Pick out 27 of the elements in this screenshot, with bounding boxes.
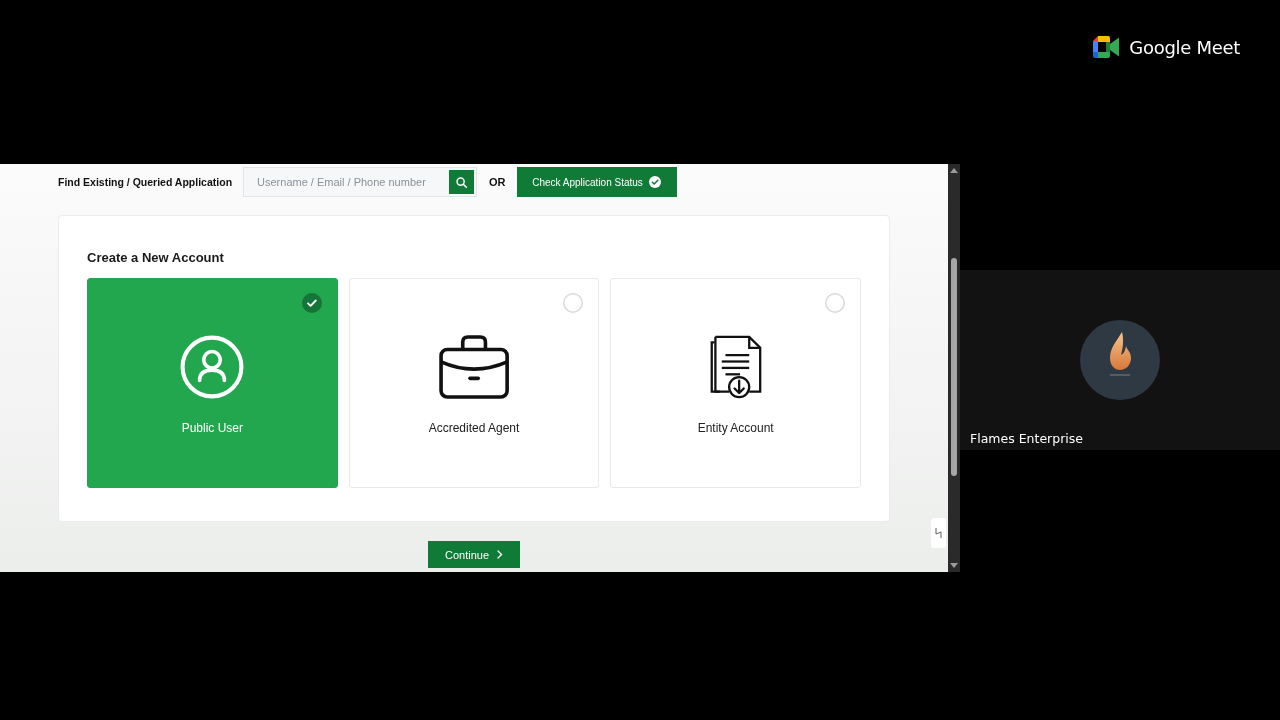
check-circle-icon	[648, 176, 661, 188]
account-type-card[interactable]: Public User	[87, 278, 338, 488]
document-download-icon	[709, 335, 763, 399]
scrollbar-thumb[interactable]	[951, 258, 957, 476]
search-button[interactable]	[449, 170, 475, 194]
flame-avatar-icon	[1080, 320, 1160, 400]
chevron-right-icon	[497, 550, 503, 559]
scroll-up-icon[interactable]	[950, 168, 958, 173]
meet-logo-icon	[1093, 36, 1121, 58]
check-circle-icon	[301, 293, 322, 313]
or-separator: OR	[489, 176, 506, 188]
panel-title: Create a New Account	[87, 250, 224, 266]
account-type-card[interactable]: Accredited Agent	[348, 278, 600, 488]
scroll-down-icon[interactable]	[950, 563, 958, 568]
participant-name: Flames Enterprise	[970, 431, 1083, 446]
check-status-button[interactable]: Check Application Status	[516, 167, 677, 197]
user-icon	[180, 335, 245, 399]
app-name: Google Meet	[1129, 36, 1240, 58]
find-application-label: Find Existing / Queried Application	[58, 176, 233, 188]
search-field[interactable]: Username / Email / Phone number	[243, 167, 478, 197]
radio-circle-icon	[825, 293, 845, 313]
radio-circle-icon	[563, 293, 584, 313]
search-icon	[456, 176, 468, 188]
side-handle-icon[interactable]	[931, 518, 946, 548]
briefcase-icon	[438, 335, 510, 399]
account-type-card[interactable]: Entity Account	[610, 278, 861, 488]
continue-button[interactable]: Continue	[428, 541, 520, 568]
